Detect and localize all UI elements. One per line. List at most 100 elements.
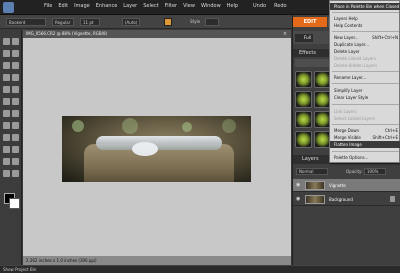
redo-button[interactable]: Redo [274,3,287,9]
menu-item-rename-layer[interactable]: Rename Layer... [330,74,400,81]
edit-tab[interactable]: EDIT [293,17,327,27]
effects-panel-header[interactable]: Effects [293,49,333,57]
visibility-eye-icon[interactable]: ◉ [296,182,302,188]
photoshop-elements-window: File Edit Image Enhance Layer Select Fil… [0,0,400,273]
menu-edit[interactable]: Edit [58,3,68,9]
menu-window[interactable]: Window [201,3,221,9]
lasso-tool-icon[interactable] [12,62,19,69]
opacity-field[interactable]: 100% [364,168,386,175]
menu-item-link-layers: Link Layers [334,109,357,114]
menu-item-new-layer[interactable]: New Layer... Shift+Ctrl+N [330,34,400,41]
zoom-tool-icon[interactable] [12,38,19,45]
layer-name: Vignette [329,183,346,188]
selection-brush-tool-icon[interactable] [12,74,19,81]
clone-stamp-tool-icon[interactable] [3,122,10,129]
menu-item-layers-help[interactable]: Layers Help [330,15,400,22]
effect-thumbnail[interactable] [295,71,312,88]
menu-item-place-in-palette-bin[interactable]: Place in Palette Bin when Closed [330,3,400,10]
menu-filter[interactable]: Filter [165,3,177,9]
bokeh-highlight [122,118,138,134]
menu-item-delete-layer[interactable]: Delete Layer [330,48,400,55]
straighten-tool-icon[interactable] [12,98,19,105]
canvas-area[interactable] [23,38,291,256]
menu-file[interactable]: File [44,3,52,9]
menu-item-flatten-image[interactable]: Flatten Image [330,141,400,148]
hand-tool-icon[interactable] [3,50,10,57]
move-tool-icon[interactable] [3,38,10,45]
text-color-swatch[interactable] [164,18,172,26]
bokeh-highlight [222,119,236,133]
menu-view[interactable]: View [183,3,195,9]
menu-list: File Edit Image Enhance Layer Select Fil… [44,3,238,9]
menu-item-simplify-layer[interactable]: Simplify Layer [330,87,400,94]
effect-thumbnail[interactable] [295,131,312,148]
menu-item-merge-down[interactable]: Merge Down Ctrl+E [330,127,400,134]
edit-mode-bar: Full [293,31,333,44]
crop-tool-icon[interactable] [12,86,19,93]
menu-separator [332,31,399,32]
undo-redo-group: Undo Redo [253,3,287,9]
brush-tool-icon[interactable] [12,134,19,141]
menu-item-duplicate-layer[interactable]: Duplicate Layer... [330,41,400,48]
type-tool-icon[interactable] [3,86,10,93]
document-title: IMG_0566.CR2 @ 88% (Vignette, RGB/8) [23,30,291,38]
show-project-bin-toggle[interactable]: Show Project Bin [3,267,36,273]
menu-separator [332,124,399,125]
layers-options-menu: Place in Palette Bin when Closed Layers … [329,0,400,163]
paint-bucket-tool-icon[interactable] [12,146,19,153]
menu-item-help-contents[interactable]: Help Contents [330,22,400,29]
visibility-eye-icon[interactable]: ◉ [296,196,302,202]
undo-button[interactable]: Undo [253,3,266,9]
blur-tool-icon[interactable] [3,170,10,177]
cookie-cutter-tool-icon[interactable] [3,98,10,105]
gradient-tool-icon[interactable] [3,158,10,165]
menu-separator [332,83,399,84]
menu-separator [332,151,399,152]
toolbox [0,30,22,273]
menu-item-palette-options[interactable]: Palette Options... [330,154,400,161]
eyedropper-tool-icon[interactable] [12,50,19,57]
effects-category-bar[interactable] [295,59,333,67]
eraser-tool-icon[interactable] [12,122,19,129]
marquee-tool-icon[interactable] [3,62,10,69]
spot-healing-tool-icon[interactable] [12,110,19,117]
ice-drop [132,142,158,156]
layer-thumbnail [305,195,325,204]
full-edit-button[interactable]: Full [295,34,313,42]
menu-item-delete-hidden-layers: Delete Hidden Layers [334,63,378,68]
font-family-select[interactable]: Bookerd [6,18,46,26]
style-picker[interactable] [205,18,219,26]
lock-icon [390,196,395,202]
layer-thumbnail [305,181,325,190]
shape-tool-icon[interactable] [12,158,19,165]
menu-item-delete-linked-layers: Delete Linked Layers [334,56,376,61]
sponge-tool-icon[interactable] [12,170,19,177]
menu-item-clear-layer-style[interactable]: Clear Layer Style [330,94,400,101]
pencil-tool-icon[interactable] [3,134,10,141]
effect-thumbnail[interactable] [295,91,312,108]
menu-select[interactable]: Select [143,3,158,9]
style-label: Style [190,19,201,24]
font-size-select[interactable]: 11 pt [80,18,100,26]
menu-separator [332,12,399,13]
menu-image[interactable]: Image [74,3,90,9]
photo-image [62,116,251,182]
layer-row-background[interactable]: ◉ Background [293,193,400,206]
tool-options-bar: Bookerd Regular 11 pt (Auto) Style [0,15,292,29]
menu-enhance[interactable]: Enhance [96,3,118,9]
menu-layer[interactable]: Layer [123,3,137,9]
menu-help[interactable]: Help [227,3,238,9]
red-eye-tool-icon[interactable] [3,110,10,117]
document-window: IMG_0566.CR2 @ 88% (Vignette, RGB/8) × 2… [23,30,291,265]
leading-select[interactable]: (Auto) [122,18,140,26]
smart-brush-tool-icon[interactable] [3,146,10,153]
layer-name: Background [329,197,353,202]
menu-item-merge-visible[interactable]: Merge Visible Shift+Ctrl+E [330,134,400,141]
effect-thumbnail[interactable] [295,111,312,128]
blend-mode-select[interactable]: Normal [296,168,328,175]
magic-wand-tool-icon[interactable] [3,74,10,81]
layer-row-vignette[interactable]: ◉ Vignette [293,179,400,192]
font-style-select[interactable]: Regular [52,18,74,26]
background-color-swatch[interactable] [9,198,20,209]
close-document-icon[interactable]: × [282,31,288,37]
